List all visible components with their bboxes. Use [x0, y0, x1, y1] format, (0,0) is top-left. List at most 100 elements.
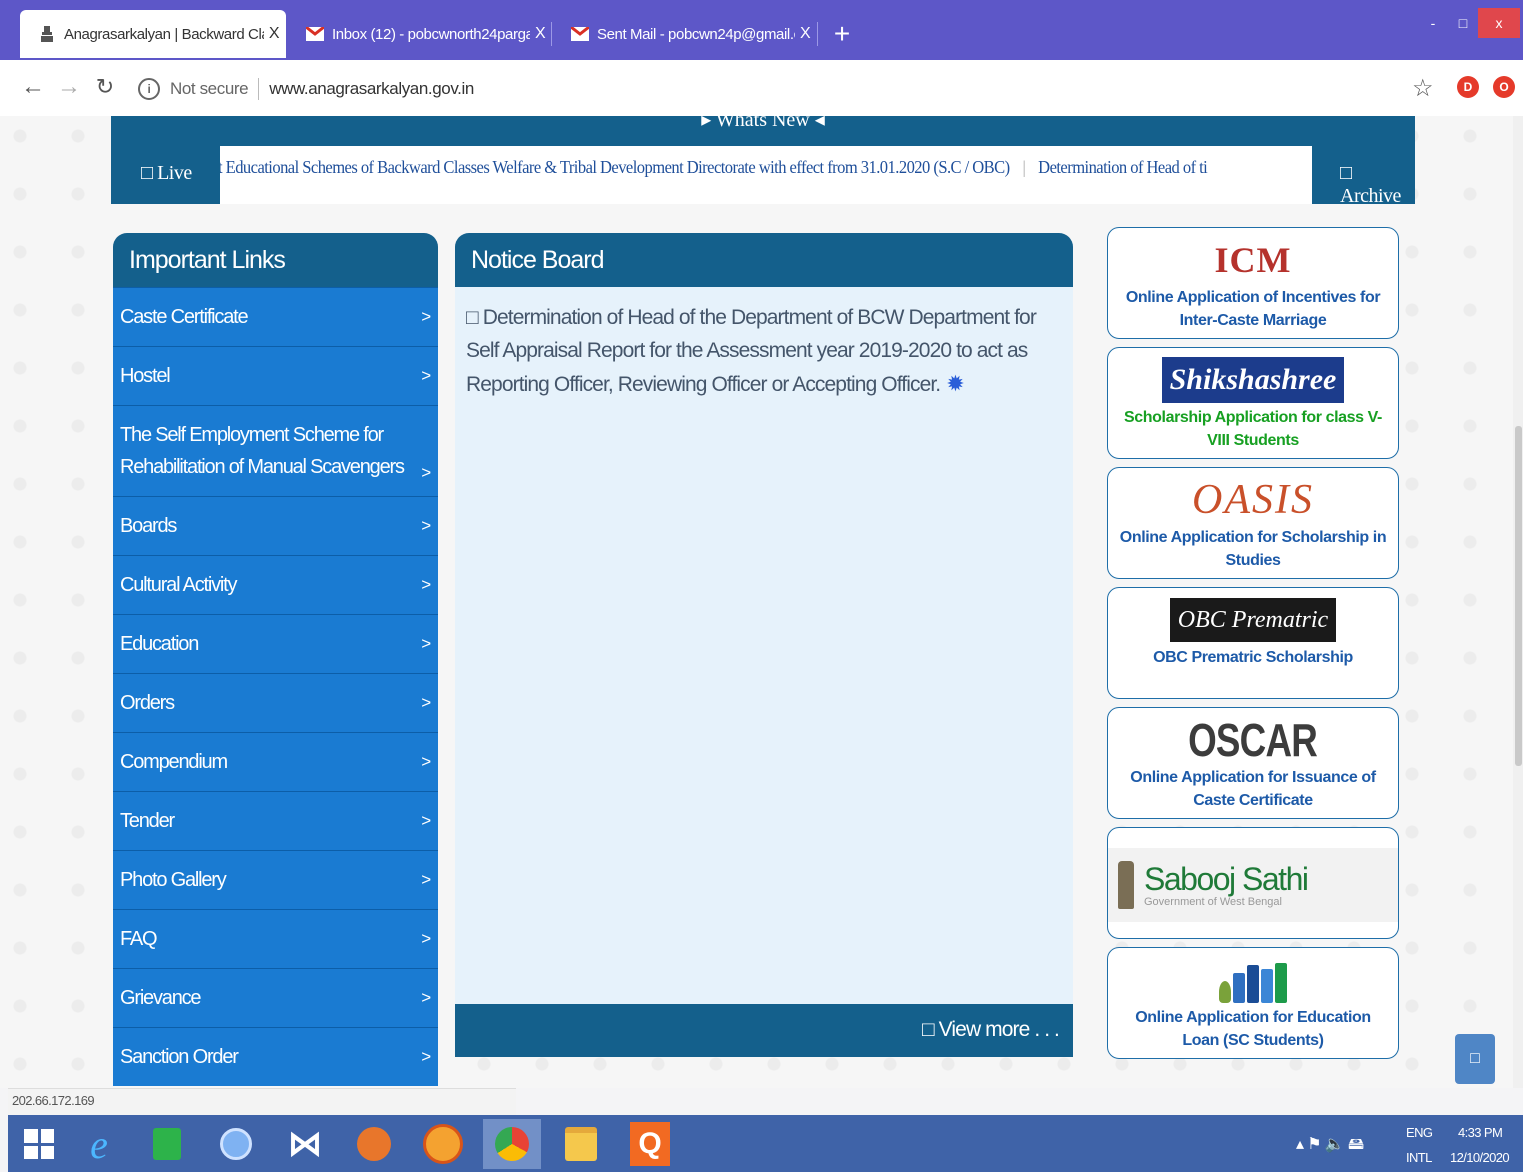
link-photo-gallery[interactable]: Photo Gallery > [113, 850, 438, 909]
tab-title: Anagrasarkalyan | Backward Cla [64, 25, 264, 43]
cortana-icon[interactable] [207, 1119, 265, 1169]
url-text[interactable]: www.anagrasarkalyan.gov.in [269, 79, 474, 99]
link-tender[interactable]: Tender > [113, 791, 438, 850]
reload-icon[interactable]: ↻ [90, 72, 120, 102]
live-button[interactable]: □ Live [141, 162, 192, 185]
new-tab-button[interactable]: + [826, 14, 858, 54]
oscar-logo: OSCAR [1188, 714, 1319, 766]
chevron-right-icon: > [421, 634, 431, 653]
bookmark-star-icon[interactable]: ☆ [1412, 74, 1434, 103]
chevron-right-icon: > [421, 752, 431, 771]
link-hostel[interactable]: Hostel > [113, 346, 438, 405]
tab-close-button[interactable]: X [795, 25, 815, 43]
store-icon[interactable] [138, 1119, 196, 1169]
card-icm[interactable]: ICM Online Application of Incentives for… [1107, 227, 1399, 339]
card-oasis[interactable]: OASIS Online Application for Scholarship… [1107, 467, 1399, 579]
archive-label: Archive [1340, 185, 1401, 207]
card-sabooj-sathi[interactable]: Sabooj Sathi Government of West Bengal [1107, 827, 1399, 939]
scrollbar-thumb[interactable] [1515, 426, 1522, 766]
extension-d-icon[interactable]: D [1457, 76, 1479, 98]
link-label: Orders [120, 691, 175, 714]
link-boards[interactable]: Boards > [113, 496, 438, 555]
link-label: Caste Certificate [120, 305, 249, 328]
ticker-item[interactable]: Determination of Head of ti [1038, 157, 1208, 177]
tray-clock[interactable]: 4:33 PM 12/10/2020 [1450, 1125, 1510, 1165]
link-faq[interactable]: FAQ > [113, 909, 438, 968]
chevron-right-icon: > [421, 870, 431, 889]
back-to-top-button[interactable]: □ [1455, 1034, 1495, 1084]
link-label: Hostel [120, 364, 171, 387]
card-shikshashree[interactable]: Shikshashree Scholarship Application for… [1107, 347, 1399, 459]
notice-item[interactable]: □ Determination of Head of the Departmen… [455, 287, 1073, 401]
chevron-right-icon: > [421, 307, 431, 326]
qutebrowser-icon[interactable]: Q [621, 1119, 679, 1169]
live-label: Live [157, 162, 192, 184]
card-oscar[interactable]: OSCAR Online Application for Issuance of… [1107, 707, 1399, 819]
forward-arrow-icon[interactable]: → [54, 72, 84, 102]
close-window-button[interactable]: x [1478, 8, 1520, 38]
link-label: Compendium [120, 750, 228, 773]
card-caption: Scholarship Application for class V-VIII… [1124, 409, 1382, 449]
link-sanction-order[interactable]: Sanction Order > [113, 1027, 438, 1086]
mail-app-icon[interactable]: ⋈ [276, 1119, 334, 1169]
tab-anagrasarkalyan[interactable]: Anagrasarkalyan | Backward Cla X [20, 10, 286, 58]
status-bar: 202.66.172.169 [8, 1088, 516, 1116]
link-self-employment-scheme[interactable]: The Self Employment Scheme for Rehabilit… [113, 405, 438, 496]
chevron-right-icon: > [421, 988, 431, 1007]
link-grievance[interactable]: Grievance > [113, 968, 438, 1027]
internet-explorer-icon[interactable]: e [70, 1119, 128, 1169]
new-burst-icon: ✹ [946, 371, 964, 396]
minimize-button[interactable]: - [1418, 8, 1448, 38]
icm-logo: ICM [1214, 240, 1292, 280]
link-orders[interactable]: Orders > [113, 673, 438, 732]
link-label: Tender [120, 809, 175, 832]
tab-sent-mail[interactable]: Sent Mail - pobcwn24p@gmail.c X [553, 10, 815, 58]
info-icon[interactable]: i [138, 78, 160, 100]
tray-time: 4:33 PM [1458, 1125, 1503, 1140]
address-bar: ← → ↻ i Not secure www.anagrasarkalyan.g… [0, 60, 1523, 117]
chevron-right-icon: > [421, 929, 431, 948]
whats-new-title: Whats New [715, 116, 810, 131]
ticker-item[interactable]: t Educational Schemes of Backward Classe… [220, 157, 1010, 177]
chrome-icon[interactable] [483, 1119, 541, 1169]
omnibox[interactable]: i Not secure www.anagrasarkalyan.gov.in [138, 78, 474, 100]
oasis-logo: OASIS [1192, 477, 1314, 523]
link-education[interactable]: Education > [113, 614, 438, 673]
news-ticker: □ Live t Educational Schemes of Backward… [111, 146, 1415, 207]
whats-new-header: ▸ Whats New ◂ [111, 116, 1415, 146]
chevron-right-icon: > [421, 693, 431, 712]
gmail-icon [571, 25, 589, 43]
tray-icons[interactable]: ▴ ⚑ 🔈 🖴 [1296, 1133, 1364, 1160]
extension-o-icon[interactable]: O [1493, 76, 1515, 98]
back-arrow-icon[interactable]: ← [18, 72, 48, 102]
maximize-button[interactable]: □ [1448, 8, 1478, 38]
url-divider [258, 78, 260, 100]
link-compendium[interactable]: Compendium > [113, 732, 438, 791]
tab-close-button[interactable]: X [530, 25, 550, 43]
tray-language[interactable]: ENG INTL [1406, 1125, 1433, 1165]
chevron-right-icon: > [421, 463, 431, 482]
card-caption: Online Application for Issuance of Caste… [1130, 769, 1376, 809]
link-cultural-activity[interactable]: Cultural Activity > [113, 555, 438, 614]
firefox-icon[interactable] [345, 1119, 403, 1169]
tab-inbox[interactable]: Inbox (12) - pobcwnorth24parga X [288, 10, 550, 58]
page-content: ▸ Whats New ◂ □ Live t Educational Schem… [0, 116, 1523, 1088]
shikshashree-logo: Shikshashree [1108, 354, 1398, 406]
notice-board-panel: Notice Board □ Determination of Head of … [455, 233, 1073, 1057]
card-obc-prematric[interactable]: OBC Prematric OBC Prematric Scholarship [1107, 587, 1399, 699]
card-education-loan[interactable]: Online Application for Education Loan (S… [1107, 947, 1399, 1059]
archive-button[interactable]: □ Archive [1340, 162, 1415, 208]
link-label: FAQ [120, 927, 158, 950]
tray-layout: INTL [1406, 1150, 1432, 1165]
important-links-panel: Important Links Caste Certificate > Hoste… [113, 233, 438, 1086]
view-more-link[interactable]: □ View more . . . [922, 1018, 1060, 1042]
file-explorer-icon[interactable] [552, 1119, 610, 1169]
firefox-icon[interactable] [414, 1119, 472, 1169]
emblem-favicon-icon [38, 25, 56, 43]
link-caste-certificate[interactable]: Caste Certificate > [113, 287, 438, 346]
sabooj-sathi-title: Sabooj Sathi [1144, 861, 1309, 897]
tab-close-button[interactable]: X [264, 25, 284, 43]
windows-start-icon[interactable] [24, 1129, 54, 1159]
tab-separator [551, 22, 552, 46]
speaker-icon: ◂ [814, 116, 825, 131]
